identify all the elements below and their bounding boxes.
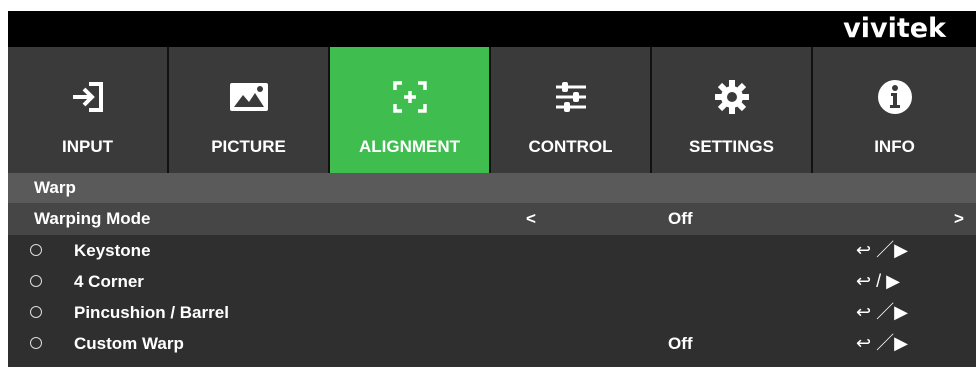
warping-mode-row[interactable]: Warping Mode < Off > bbox=[8, 203, 976, 235]
tab-label: SETTINGS bbox=[688, 137, 774, 156]
enter-arrow-icon[interactable]: ↩ ／▶ bbox=[856, 297, 908, 328]
tab-input[interactable]: INPUT bbox=[8, 47, 169, 173]
previous-arrow[interactable]: < bbox=[526, 203, 536, 235]
radio-indicator bbox=[30, 306, 42, 318]
enter-arrow-icon[interactable]: ↩ / ▶ bbox=[856, 266, 900, 297]
tab-label: INFO bbox=[874, 137, 915, 156]
tab-label: ALIGNMENT bbox=[358, 137, 461, 156]
tab-picture[interactable]: PICTURE bbox=[169, 47, 330, 173]
enter-arrow-icon[interactable]: ↩ ／▶ bbox=[856, 328, 908, 359]
radio-indicator bbox=[30, 244, 42, 256]
item-label: Custom Warp bbox=[74, 334, 184, 353]
section-header-warp: Warp bbox=[8, 173, 976, 203]
item-label: Keystone bbox=[74, 241, 151, 260]
tab-alignment[interactable]: ALIGNMENT bbox=[330, 47, 491, 173]
brand-bar: vivitek bbox=[8, 11, 976, 47]
enter-arrow-icon[interactable]: ↩ ／▶ bbox=[856, 235, 908, 266]
menu-item-custom-warp[interactable]: Custom Warp Off ↩ ／▶ bbox=[8, 328, 976, 359]
menu-item-4-corner[interactable]: 4 Corner ↩ / ▶ bbox=[8, 266, 976, 297]
menu-rows: Warp Warping Mode < Off > Keystone ↩ ／▶ … bbox=[8, 173, 976, 359]
radio-indicator bbox=[30, 337, 42, 349]
warping-mode-value: Off bbox=[668, 209, 693, 228]
radio-indicator bbox=[30, 275, 42, 287]
tab-info[interactable]: INFO bbox=[813, 47, 976, 173]
section-title: Warp bbox=[34, 178, 76, 197]
tab-label: PICTURE bbox=[211, 137, 286, 156]
tab-label: INPUT bbox=[62, 137, 113, 156]
menu-item-keystone[interactable]: Keystone ↩ ／▶ bbox=[8, 235, 976, 266]
clipped-text-strip bbox=[0, 0, 976, 11]
info-icon bbox=[875, 77, 915, 117]
vivitek-logo: vivitek bbox=[843, 13, 946, 44]
item-value: Off bbox=[668, 334, 693, 353]
input-icon bbox=[68, 77, 108, 117]
gear-icon bbox=[712, 77, 752, 117]
tab-settings[interactable]: SETTINGS bbox=[652, 47, 813, 173]
picture-icon bbox=[229, 77, 269, 117]
main-tabs: INPUT PICTURE ALIGNMENT CONTROL SETTINGS… bbox=[8, 47, 976, 173]
warping-mode-label: Warping Mode bbox=[34, 209, 151, 228]
alignment-icon bbox=[390, 77, 430, 117]
osd-menu: vivitek INPUT PICTURE ALIGNMENT CONTROL … bbox=[8, 11, 976, 367]
tab-label: CONTROL bbox=[528, 137, 613, 156]
menu-item-pincushion-barrel[interactable]: Pincushion / Barrel ↩ ／▶ bbox=[8, 297, 976, 328]
next-arrow[interactable]: > bbox=[954, 203, 964, 235]
item-label: 4 Corner bbox=[74, 272, 144, 291]
control-sliders-icon bbox=[551, 77, 591, 117]
item-label: Pincushion / Barrel bbox=[74, 303, 229, 322]
tab-control[interactable]: CONTROL bbox=[491, 47, 652, 173]
